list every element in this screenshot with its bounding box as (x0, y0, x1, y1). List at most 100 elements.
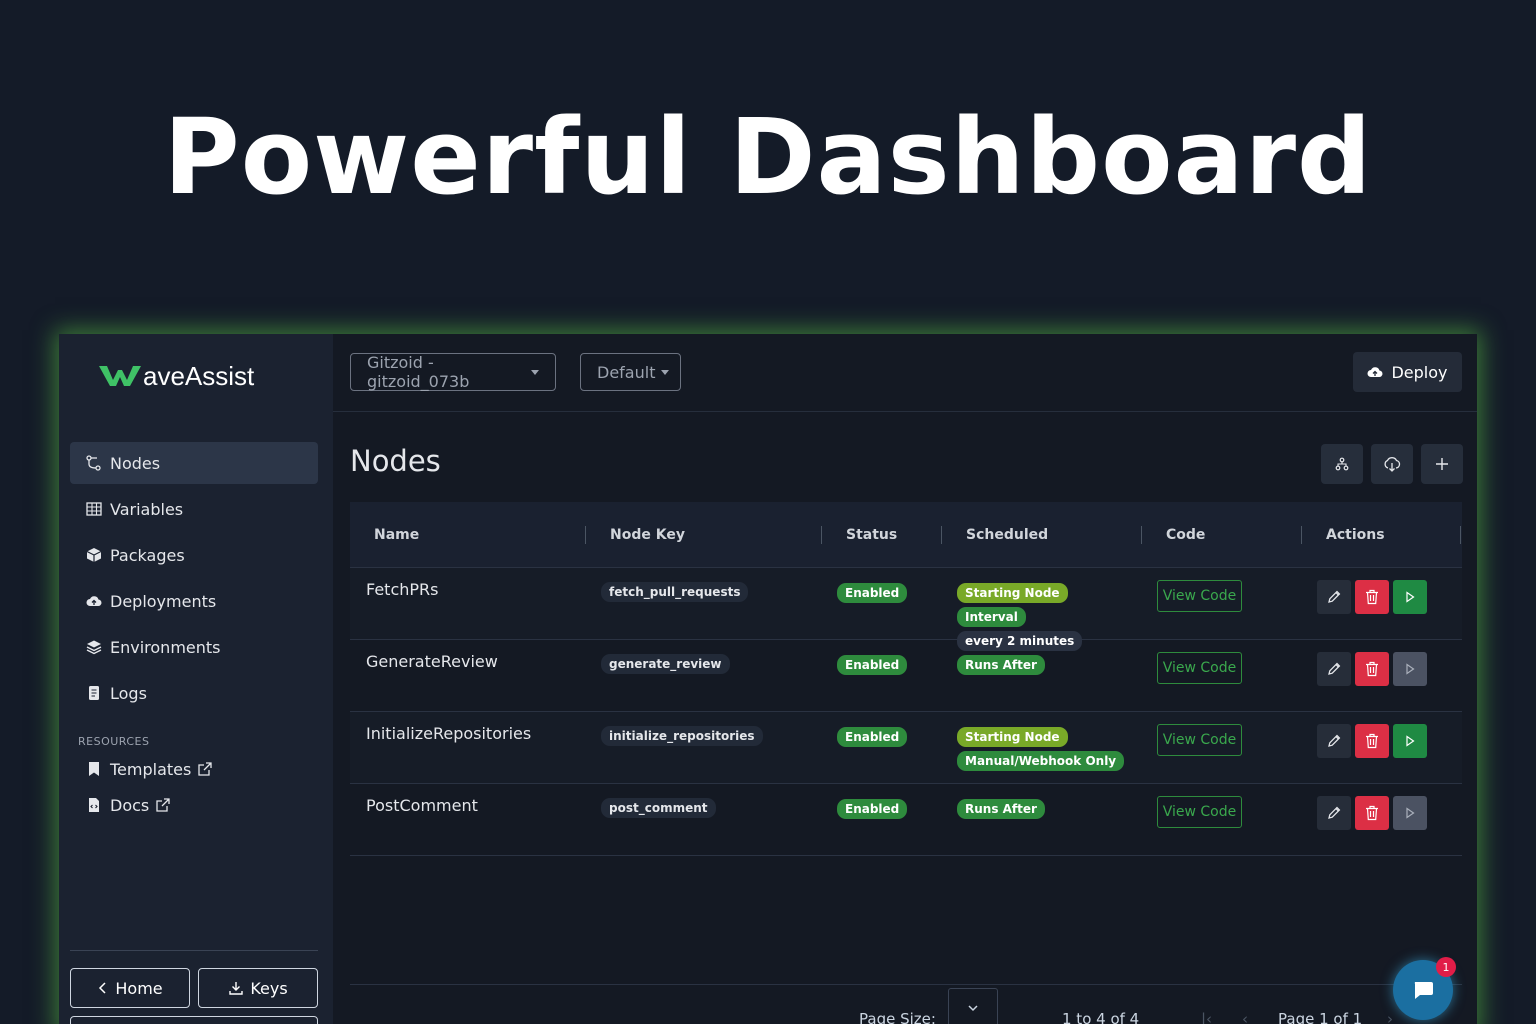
external-link-icon (197, 761, 213, 777)
deploy-button[interactable]: Deploy (1353, 352, 1462, 392)
sidebar-item-variables[interactable]: Variables (70, 488, 318, 530)
sidebar-extra-button[interactable] (70, 1016, 318, 1024)
graph-view-button[interactable] (1321, 444, 1363, 484)
page-size-select[interactable] (948, 988, 998, 1024)
column-header-name[interactable]: Name (374, 502, 419, 568)
home-button[interactable]: Home (70, 968, 190, 1008)
top-bar: Gitzoid - gitzoid_073b Default Deploy (333, 334, 1477, 412)
cloud-download-button[interactable] (1371, 444, 1413, 484)
column-resize-handle[interactable] (1301, 526, 1302, 544)
delete-button[interactable] (1355, 580, 1389, 614)
next-page-icon[interactable]: › (1387, 1010, 1393, 1024)
sidebar-item-logs[interactable]: Logs (70, 672, 318, 714)
sidebar-item-deployments[interactable]: Deployments (70, 580, 318, 622)
node-key-badge: initialize_repositories (601, 726, 763, 746)
chevron-down-icon (968, 1005, 978, 1012)
view-code-button[interactable]: View Code (1157, 796, 1242, 828)
nodes-icon (86, 455, 102, 471)
node-key-badge: post_comment (601, 798, 716, 818)
sidebar-item-label: Nodes (110, 453, 161, 473)
download-icon (229, 982, 244, 995)
cloud-download-icon (1384, 457, 1401, 472)
column-resize-handle[interactable] (941, 526, 942, 544)
pencil-icon (1328, 806, 1341, 819)
prev-page-icon[interactable]: ‹ (1242, 1010, 1248, 1024)
column-header-scheduled[interactable]: Scheduled (966, 502, 1048, 568)
layers-icon (86, 639, 102, 655)
environment-select[interactable]: Default (580, 353, 681, 391)
sidebar-item-environments[interactable]: Environments (70, 626, 318, 668)
doc-icon (86, 797, 102, 813)
resource-label: Templates (110, 759, 192, 779)
view-code-button[interactable]: View Code (1157, 652, 1242, 684)
play-icon (1406, 735, 1415, 747)
add-node-button[interactable] (1421, 444, 1463, 484)
column-resize-handle[interactable] (1141, 526, 1142, 544)
sidebar-item-packages[interactable]: Packages (70, 534, 318, 576)
first-page-icon[interactable]: |‹ (1201, 1010, 1212, 1024)
cloud-upload-icon (1367, 367, 1383, 378)
sidebar-item-label: Deployments (110, 591, 217, 611)
trash-icon (1366, 805, 1378, 821)
sidebar-item-label: Environments (110, 637, 221, 657)
brand-logo[interactable]: aveAssist (99, 360, 254, 392)
schedule-badges: Starting Node Manual/Webhook Only (957, 726, 1127, 774)
trash-icon (1366, 589, 1378, 605)
app-window: aveAssist Nodes Variables Packages Deplo… (59, 334, 1477, 1024)
keys-label: Keys (250, 978, 288, 998)
delete-button[interactable] (1355, 796, 1389, 830)
view-code-button[interactable]: View Code (1157, 580, 1242, 612)
edit-button[interactable] (1317, 724, 1351, 758)
schedule-badge-manual: Manual/Webhook Only (957, 751, 1125, 771)
edit-button[interactable] (1317, 796, 1351, 830)
hero-title: Powerful Dashboard (163, 96, 1373, 218)
chevron-left-icon (99, 982, 106, 994)
pencil-icon (1328, 590, 1341, 603)
delete-button[interactable] (1355, 652, 1389, 686)
column-header-actions[interactable]: Actions (1326, 502, 1385, 568)
schedule-badge-interval: Interval (957, 607, 1026, 627)
table-row: FetchPRs fetch_pull_requests Enabled Sta… (350, 568, 1462, 651)
resource-templates-link[interactable]: Templates (86, 755, 306, 783)
table-icon (86, 501, 102, 517)
edit-button[interactable] (1317, 652, 1351, 686)
delete-button[interactable] (1355, 724, 1389, 758)
view-code-button[interactable]: View Code (1157, 724, 1242, 756)
column-resize-handle[interactable] (585, 526, 586, 544)
resource-label: Docs (110, 795, 150, 815)
play-icon (1406, 591, 1415, 603)
node-name: GenerateReview (366, 652, 498, 671)
sidebar-item-label: Variables (110, 499, 184, 519)
file-icon (86, 685, 102, 701)
resource-docs-link[interactable]: Docs (86, 791, 306, 819)
chat-bubble-icon (1414, 982, 1433, 999)
play-icon (1406, 807, 1415, 819)
bookmark-icon (86, 761, 102, 777)
sidebar-item-nodes[interactable]: Nodes (70, 442, 318, 484)
keys-button[interactable]: Keys (198, 968, 318, 1008)
run-button-disabled[interactable] (1393, 652, 1427, 686)
run-button[interactable] (1393, 580, 1427, 614)
caret-down-icon (661, 369, 670, 375)
table-row: InitializeRepositories initialize_reposi… (350, 712, 1462, 784)
sidebar-item-label: Logs (110, 683, 147, 703)
column-header-code[interactable]: Code (1166, 502, 1205, 568)
column-header-status[interactable]: Status (846, 502, 897, 568)
column-resize-handle[interactable] (1460, 526, 1461, 544)
page-size-label: Page Size: (859, 1010, 936, 1024)
wave-logo-icon (99, 366, 141, 386)
column-header-node-key[interactable]: Node Key (610, 502, 685, 568)
play-icon (1406, 663, 1415, 675)
run-button[interactable] (1393, 724, 1427, 758)
project-select[interactable]: Gitzoid - gitzoid_073b (350, 353, 556, 391)
edit-button[interactable] (1317, 580, 1351, 614)
run-button-disabled[interactable] (1393, 796, 1427, 830)
schedule-badges: Runs After (957, 798, 1127, 822)
sidebar: aveAssist Nodes Variables Packages Deplo… (59, 334, 333, 1024)
node-key-badge: generate_review (601, 654, 730, 674)
resources-heading: RESOURCES (78, 735, 150, 748)
column-resize-handle[interactable] (821, 526, 822, 544)
status-badge: Enabled (837, 655, 908, 675)
status-badge: Enabled (837, 727, 908, 747)
home-label: Home (115, 978, 163, 998)
